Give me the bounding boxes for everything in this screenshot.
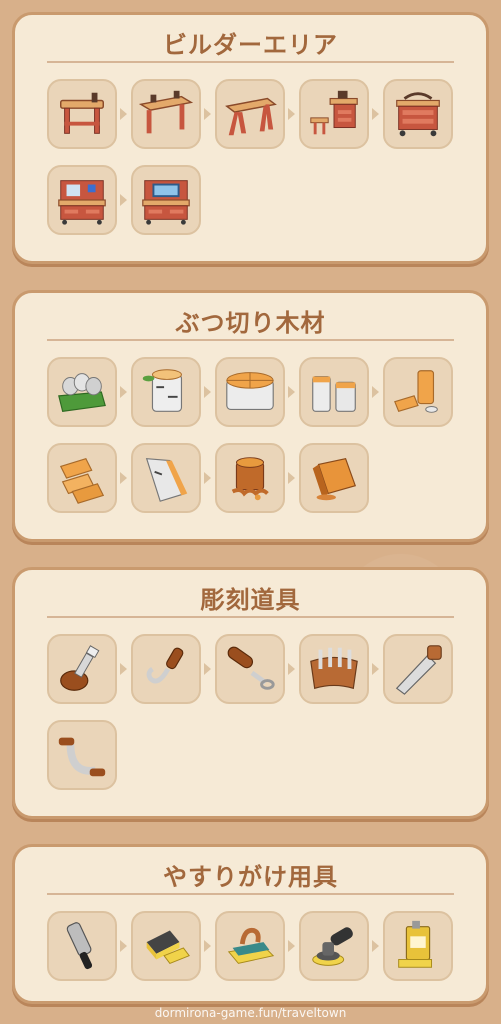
birch-log-icon: [142, 369, 183, 412]
tree-stump-icon: [231, 457, 269, 501]
chevron-right-icon: [120, 663, 127, 675]
item-slot[interactable]: [47, 720, 117, 790]
rasp-file-icon: [66, 922, 93, 970]
chevron-right-icon: [372, 108, 379, 120]
chevron-right-icon: [372, 940, 379, 952]
chevron-right-icon: [120, 386, 127, 398]
tool-cart-icon: [396, 92, 440, 137]
hook-knife-icon: [146, 647, 184, 684]
divider: [47, 339, 454, 341]
divider: [47, 61, 454, 63]
item-slot[interactable]: [47, 443, 117, 513]
chopped-wood-panel: ぶつ切り木材: [12, 290, 489, 542]
item-slot[interactable]: [299, 634, 369, 704]
desk-with-monitor-icon: [142, 180, 190, 225]
item-slot[interactable]: [383, 634, 453, 704]
item-slot[interactable]: [299, 357, 369, 427]
chevron-right-icon: [120, 472, 127, 484]
chevron-right-icon: [372, 386, 379, 398]
chevron-right-icon: [120, 108, 127, 120]
divider: [47, 616, 454, 618]
chevron-right-icon: [120, 194, 127, 206]
hand-saw-icon: [395, 645, 442, 695]
desk-with-clamps-icon: [58, 180, 106, 225]
sanding-block-icon: [227, 927, 275, 964]
long-workbench-icon: [138, 90, 194, 134]
item-slot[interactable]: [215, 79, 285, 149]
item-slot[interactable]: [47, 165, 117, 235]
item-slot[interactable]: [47, 357, 117, 427]
item-slot[interactable]: [47, 634, 117, 704]
chevron-right-icon: [288, 472, 295, 484]
item-slot[interactable]: [383, 357, 453, 427]
item-slot[interactable]: [131, 165, 201, 235]
varnish-can-icon: [398, 920, 433, 968]
item-slot[interactable]: [131, 443, 201, 513]
carving-tools-panel: 彫刻道具: [12, 567, 489, 819]
chevron-right-icon: [204, 386, 211, 398]
chevron-right-icon: [204, 940, 211, 952]
log-pile-crate-icon: [58, 373, 106, 412]
chevron-right-icon: [372, 663, 379, 675]
wood-planks-icon: [59, 457, 105, 504]
chevron-right-icon: [204, 472, 211, 484]
watermark-text: dormirona-game.fun/traveltown: [154, 1006, 347, 1020]
bark-slab-icon: [145, 458, 188, 502]
chevron-right-icon: [204, 108, 211, 120]
chevron-right-icon: [204, 663, 211, 675]
item-slot[interactable]: [131, 634, 201, 704]
chevron-right-icon: [120, 940, 127, 952]
chevron-right-icon: [288, 108, 295, 120]
item-slot[interactable]: [383, 911, 453, 981]
wood-block-icon: [312, 457, 357, 501]
item-slot[interactable]: [215, 357, 285, 427]
gouge-tool-icon: [227, 646, 275, 690]
item-slot[interactable]: [299, 79, 369, 149]
chopped-wood-chunks-icon: [394, 370, 438, 413]
split-logs-icon: [312, 375, 356, 412]
small-workbench-icon: [60, 92, 104, 134]
chevron-right-icon: [288, 663, 295, 675]
tool-roll-icon: [310, 647, 358, 690]
section-title: ビルダーエリア: [163, 31, 338, 59]
section-title: やすりがけ用具: [163, 863, 338, 891]
builder-area-panel: ビルダーエリア: [12, 12, 489, 264]
chevron-right-icon: [288, 386, 295, 398]
workbench-with-stool-icon: [310, 90, 358, 135]
section-title: 彫刻道具: [200, 586, 301, 614]
divider: [47, 893, 454, 895]
orbital-sander-icon: [312, 927, 353, 966]
item-slot[interactable]: [215, 634, 285, 704]
drawknife-icon: [58, 737, 106, 777]
item-slot[interactable]: [131, 79, 201, 149]
item-slot[interactable]: [131, 911, 201, 981]
item-slot[interactable]: [383, 79, 453, 149]
flat-chisel-icon: [60, 645, 100, 691]
item-slot[interactable]: [215, 911, 285, 981]
sawhorse-bench-icon: [225, 97, 277, 136]
item-slot[interactable]: [131, 357, 201, 427]
chevron-right-icon: [288, 940, 295, 952]
section-title: ぶつ切り木材: [175, 309, 326, 337]
item-slot[interactable]: [47, 911, 117, 981]
item-slot[interactable]: [47, 79, 117, 149]
sanding-tools-panel: やすりがけ用具: [12, 844, 489, 1004]
item-slot[interactable]: [299, 911, 369, 981]
item-slot[interactable]: [299, 443, 369, 513]
log-round-icon: [226, 372, 274, 410]
item-slot[interactable]: [215, 443, 285, 513]
sanding-sponge-icon: [146, 930, 190, 964]
